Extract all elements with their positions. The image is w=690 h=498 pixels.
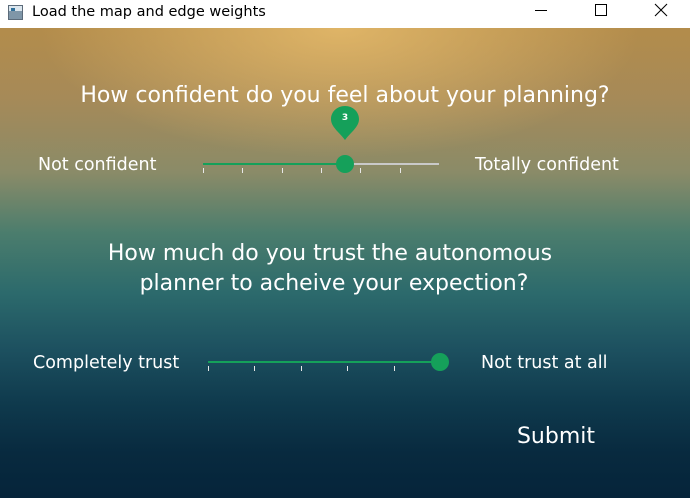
confidence-min-label: Not confident: [38, 155, 157, 175]
slider-value-bubble: 3: [330, 105, 360, 141]
slider-thumb[interactable]: [336, 155, 354, 173]
close-icon: [654, 3, 668, 17]
title-bar[interactable]: Load the map and edge weights: [0, 0, 690, 28]
slider-fill: [208, 361, 440, 363]
slider-tick: [301, 366, 302, 371]
slider-tick: [254, 366, 255, 371]
maximize-button[interactable]: [578, 0, 624, 28]
slider-ticks: [203, 168, 439, 174]
application-window: Load the map and edge weights How confid…: [0, 0, 690, 498]
slider-tick: [321, 168, 322, 173]
slider-thumb[interactable]: [431, 353, 449, 371]
slider-tick: [347, 366, 348, 371]
survey-panel: How confident do you feel about your pla…: [0, 28, 690, 498]
slider-tick: [360, 168, 361, 173]
trust-min-label: Completely trust: [33, 353, 180, 373]
slider-ticks: [208, 366, 440, 372]
slider-fill: [203, 163, 345, 165]
slider-tick: [282, 168, 283, 173]
slider-tick: [203, 168, 204, 173]
submit-button[interactable]: Submit: [495, 420, 617, 454]
slider-tick: [400, 168, 401, 173]
confidence-max-label: Totally confident: [475, 155, 619, 175]
minimize-icon: [535, 10, 547, 11]
trust-max-label: Not trust at all: [481, 353, 608, 373]
trust-question-line-1: How much do you trust the autonomous: [107, 241, 553, 266]
maximize-icon: [595, 4, 607, 16]
trust-question-line-2: planner to acheive your expection?: [139, 271, 529, 296]
slider-tick: [242, 168, 243, 173]
slider-value-label: 3: [341, 113, 349, 123]
window-title: Load the map and edge weights: [32, 4, 266, 20]
slider-tick: [208, 366, 209, 371]
application-window-icon: [8, 5, 23, 20]
trust-slider[interactable]: [208, 350, 449, 374]
confidence-slider[interactable]: 3: [203, 106, 439, 176]
slider-tick: [394, 366, 395, 371]
close-button[interactable]: [638, 0, 684, 28]
minimize-button[interactable]: [518, 0, 564, 28]
